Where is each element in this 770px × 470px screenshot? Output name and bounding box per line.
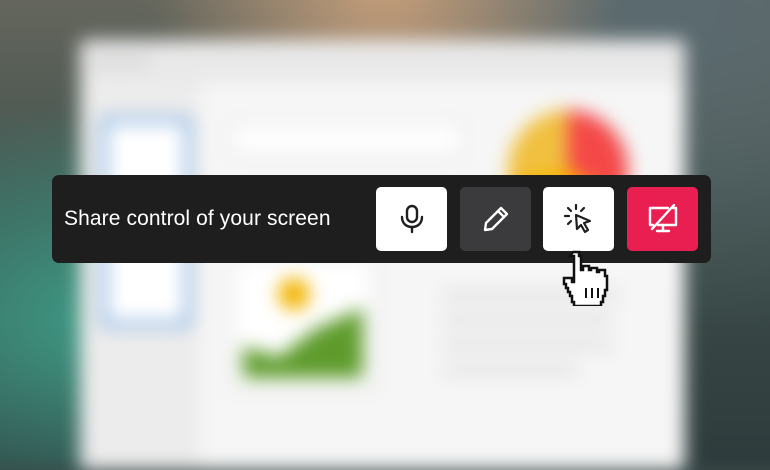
content-input-placeholder: [230, 122, 464, 156]
cursor-click-icon: [563, 203, 595, 235]
microphone-icon: [398, 204, 426, 234]
toolbar-label: Share control of your screen: [64, 207, 331, 230]
share-control-button[interactable]: [543, 187, 614, 251]
window-dot: [94, 55, 106, 67]
pencil-icon: [481, 204, 511, 234]
stop-sharing-button[interactable]: [627, 187, 698, 251]
screen-share-toolbar: Share control of your screen: [52, 175, 711, 263]
window-dot: [134, 55, 146, 67]
draw-button[interactable]: [460, 187, 531, 251]
window-sidebar: [80, 82, 200, 470]
text-line-placeholder: [440, 365, 580, 375]
image-placeholder: [230, 255, 376, 391]
microphone-button[interactable]: [376, 187, 447, 251]
text-line-placeholder: [440, 315, 615, 325]
hand-pointer-icon: [560, 250, 610, 311]
screen-share-off-icon: [646, 204, 680, 234]
window-dot: [114, 55, 126, 67]
window-titlebar: [80, 40, 685, 82]
sun-graphic: [278, 278, 310, 310]
text-line-placeholder: [440, 340, 615, 350]
hill-graphic: [243, 308, 363, 378]
